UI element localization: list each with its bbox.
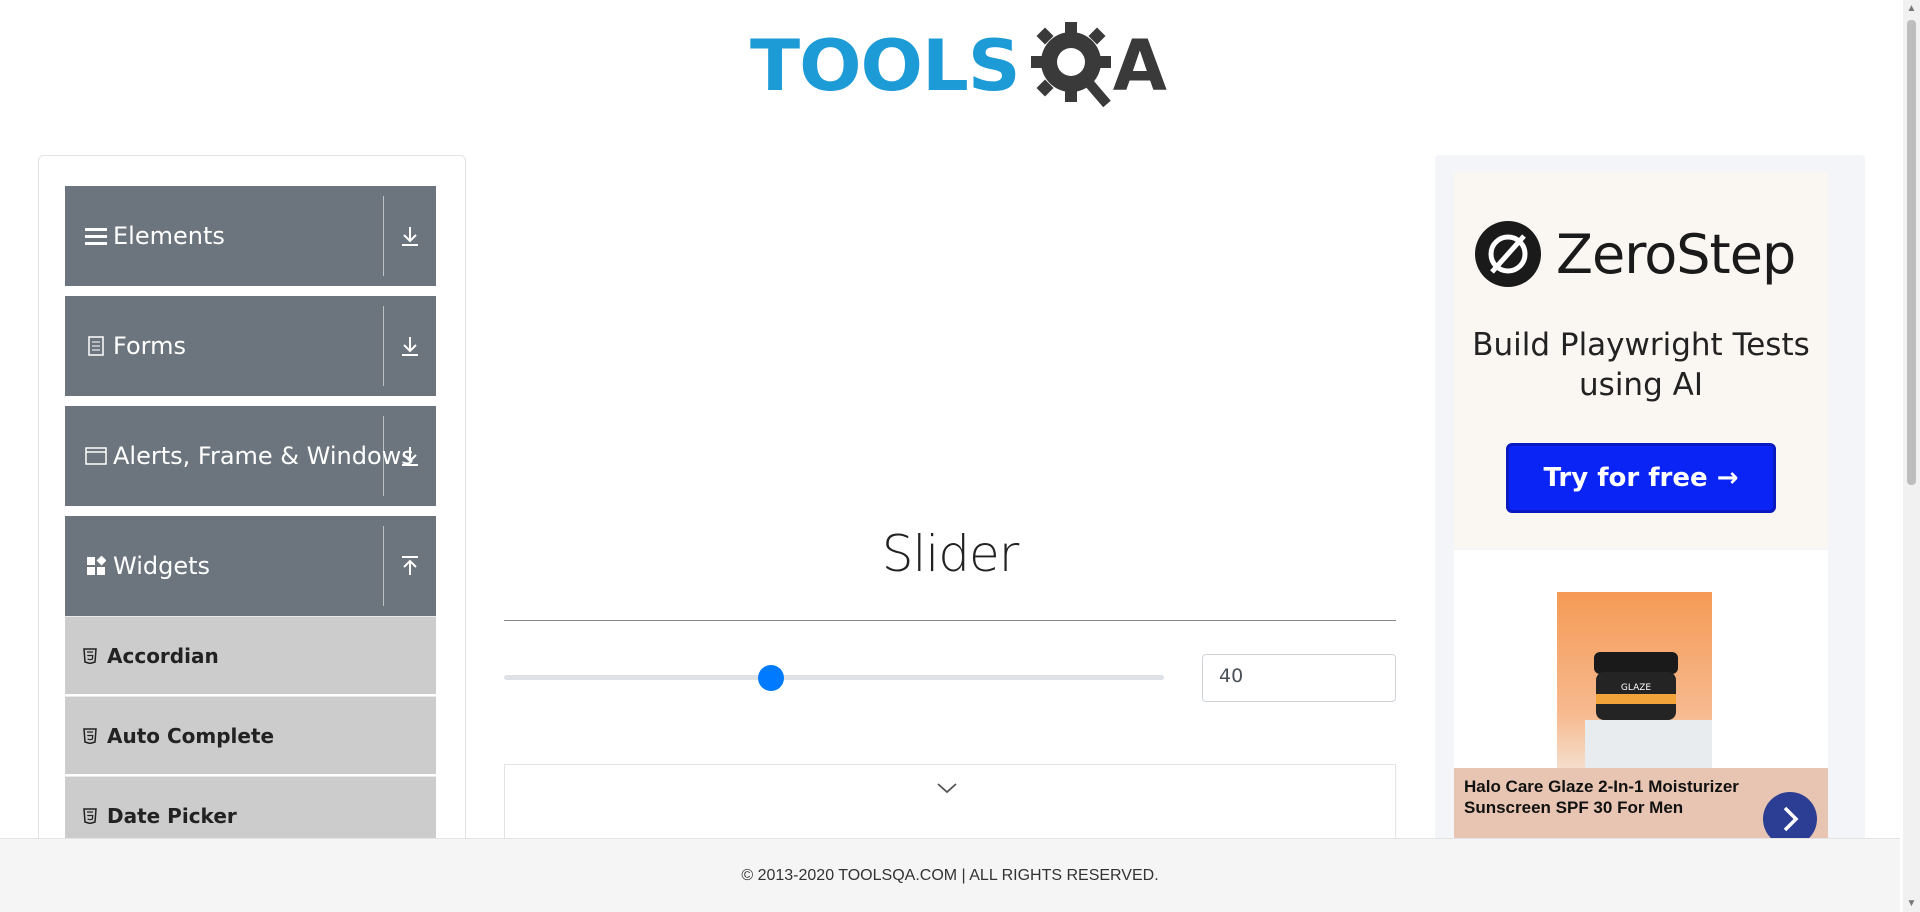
chevron-right-icon xyxy=(1783,806,1799,832)
scrollbar-thumb[interactable] xyxy=(1907,20,1916,485)
divider xyxy=(383,526,384,606)
upload-arrow-icon[interactable] xyxy=(394,516,426,616)
ad-brand-name: ZeroStep xyxy=(1556,222,1796,286)
ad-headline: Build Playwright Tests using AI xyxy=(1472,327,1810,403)
zerostep-logo: ZeroStep xyxy=(1474,220,1796,288)
logo-text-tools: TOOLS xyxy=(750,24,1021,107)
sidebar-group-widgets[interactable]: Widgets xyxy=(65,516,436,616)
document-icon xyxy=(85,335,107,357)
page-scrollbar[interactable]: ▲ ▼ xyxy=(1903,0,1920,912)
sidebar-group-label: Widgets xyxy=(113,552,211,580)
sidebar-item-accordian[interactable]: Accordian xyxy=(65,616,436,694)
sidebar-group-label: Forms xyxy=(113,332,186,360)
scroll-up-arrow-icon[interactable]: ▲ xyxy=(1903,0,1920,17)
slider-value-field: 40 xyxy=(1202,654,1396,702)
hamburger-icon xyxy=(85,225,107,247)
product-jar-image: GLAZE xyxy=(1594,652,1678,720)
html5-icon xyxy=(83,647,97,664)
html5-icon xyxy=(83,727,97,744)
toolsqa-logo[interactable]: TOOLS A xyxy=(750,18,1167,113)
scroll-down-arrow-icon[interactable]: ▼ xyxy=(1903,895,1920,912)
window-icon xyxy=(85,445,107,467)
sidebar-group-forms[interactable]: Forms xyxy=(65,296,436,396)
download-arrow-icon[interactable] xyxy=(394,296,426,396)
divider xyxy=(383,416,384,496)
sidebar-item-label: Auto Complete xyxy=(107,723,275,748)
jar-label: GLAZE xyxy=(1621,683,1652,693)
slider-handle[interactable] xyxy=(757,665,784,691)
logo-text-a: A xyxy=(1112,24,1167,107)
page-title: Slider xyxy=(881,525,1020,583)
html5-icon xyxy=(83,807,97,824)
footer-copyright: © 2013-2020 TOOLSQA.COM | ALL RIGHTS RES… xyxy=(741,866,1159,884)
footer: © 2013-2020 TOOLSQA.COM | ALL RIGHTS RES… xyxy=(0,838,1900,912)
sidebar-group-label: Elements xyxy=(113,222,225,250)
zerostep-icon xyxy=(1475,221,1541,287)
sidebar-item-label: Accordian xyxy=(107,643,219,668)
gear-icon xyxy=(1030,21,1111,107)
logo-q-gear: A xyxy=(1025,18,1167,114)
title-divider xyxy=(504,620,1396,621)
sidebar-group-elements[interactable]: Elements xyxy=(65,186,436,286)
sidebar-group-alerts[interactable]: Alerts, Frame & Windows xyxy=(65,406,436,506)
chevron-down-icon[interactable] xyxy=(935,780,959,796)
sidebar-group-label: Alerts, Frame & Windows xyxy=(113,442,414,470)
divider xyxy=(383,306,384,386)
divider xyxy=(383,196,384,276)
download-arrow-icon[interactable] xyxy=(394,406,426,506)
widgets-icon xyxy=(85,555,107,577)
sidebar-item-label: Date Picker xyxy=(107,803,237,828)
download-arrow-icon[interactable] xyxy=(394,186,426,286)
sidebar-item-auto-complete[interactable]: Auto Complete xyxy=(65,696,436,774)
slider-track[interactable] xyxy=(504,675,1164,680)
try-for-free-button[interactable]: Try for free → xyxy=(1506,443,1776,513)
left-nav-panel: Elements Forms Alerts, Frame & Windows W… xyxy=(38,155,466,855)
